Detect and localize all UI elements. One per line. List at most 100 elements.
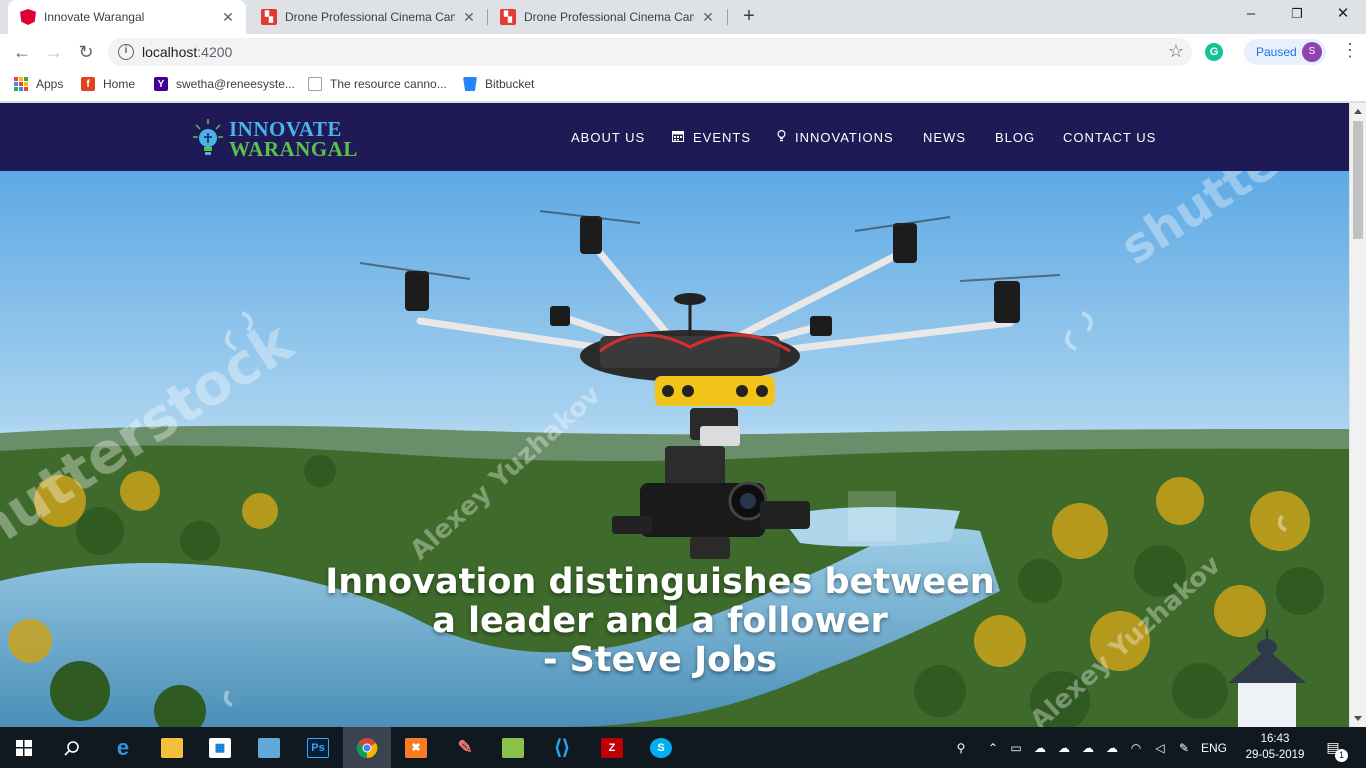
lightbulb-icon [777,129,786,145]
notification-count-badge: 1 [1335,749,1348,762]
tab-drone-2[interactable]: ▚ Drone Professional Cinema Came ✕ [488,0,726,34]
scroll-down-icon[interactable] [1354,716,1362,721]
vscode-icon[interactable]: ⟨⟩ [538,727,586,768]
menu-kebab-icon[interactable]: ⋮ [1340,40,1360,61]
tab-strip: Innovate Warangal ✕ ▚ Drone Professional… [0,0,1366,34]
minimize-button[interactable]: – [1228,0,1274,30]
wifi-icon[interactable]: ◠ [1124,741,1148,755]
tab-divider [727,9,728,25]
site-info-icon[interactable]: i [118,44,134,60]
onedrive-icon[interactable]: ☁ [1028,741,1052,755]
people-icon[interactable]: ⚲ [950,741,972,755]
file-explorer-icon[interactable] [148,727,196,768]
bookmark-label: swetha@reneesyste... [176,77,295,91]
page-viewport: INNOVATE WARANGAL ABOUT US EVENTS INNOVA… [0,103,1349,727]
home-bookmark-icon: f [81,77,95,91]
cloud-upload-icon[interactable]: ☁ [1100,741,1124,755]
windows-start-icon[interactable] [0,727,48,768]
show-hidden-icons-icon[interactable]: ⌃ [982,741,1004,755]
reload-icon: ↻ [78,42,94,62]
restore-button[interactable]: ❐ [1274,0,1320,30]
notepad-plus-icon[interactable] [489,727,537,768]
skype-icon[interactable]: S [637,727,685,768]
photoshop-icon[interactable]: Ps [294,727,342,768]
address-bar[interactable]: i localhost:4200 ☆ [108,38,1192,66]
cloud-upload-icon[interactable]: ☁ [1076,741,1100,755]
system-clock[interactable]: 16:43 29-05-2019 [1245,731,1305,763]
language-indicator[interactable]: ENG [1196,741,1232,755]
nav-label: CONTACT US [1063,130,1157,145]
lightbulb-logo-icon [193,119,223,155]
nav-label: EVENTS [693,130,752,145]
hero-quote: Innovation distinguishes between a leade… [0,563,1320,680]
nav-label: BLOG [995,130,1036,145]
scroll-up-icon[interactable] [1354,109,1362,114]
filezilla-icon[interactable]: Z [588,727,636,768]
nav-label: INNOVATIONS [795,130,894,145]
nav-events[interactable]: EVENTS [672,130,751,145]
page-scrollbar[interactable] [1349,103,1366,727]
close-tab-icon[interactable]: ✕ [700,9,716,26]
action-center-button[interactable]: ▤ 1 [1322,727,1348,768]
bookmark-home[interactable]: f Home [81,77,135,91]
angular-icon [20,9,36,25]
bookmark-yahoo-mail[interactable]: Y swetha@reneesyste... [154,77,295,91]
avatar: S [1302,42,1322,62]
profile-button[interactable]: Paused S [1244,39,1326,65]
tab-title: Innovate Warangal [44,10,145,24]
xampp-icon[interactable]: ✖ [392,727,440,768]
close-window-button[interactable]: ✕ [1320,0,1366,30]
new-tab-button[interactable]: + [738,6,760,28]
scrollbar-thumb[interactable] [1353,121,1363,239]
nav-news[interactable]: NEWS [923,130,966,145]
forward-button[interactable]: → [40,38,68,66]
battery-icon[interactable]: ▭ [1004,741,1028,755]
back-button[interactable]: ← [8,38,36,66]
grammarly-extension-icon[interactable]: G [1205,43,1223,61]
bookmark-label: Bitbucket [485,77,535,91]
calendar-icon [672,130,684,145]
bookmark-star-icon[interactable]: ☆ [1168,41,1184,62]
bookmark-label: Home [103,77,136,91]
close-tab-icon[interactable]: ✕ [461,9,477,26]
system-tray: ⚲ ⌃ ▭ ☁ ☁ ☁ ☁ ◠ ◁ ✎ ENG [950,727,1232,768]
close-tab-icon[interactable]: ✕ [220,9,236,26]
tab-drone-1[interactable]: ▚ Drone Professional Cinema Came ✕ [249,0,487,34]
nav-innovations[interactable]: INNOVATIONS [777,129,894,145]
chrome-icon[interactable] [343,727,391,768]
bookmark-label: The resource canno... [330,77,447,91]
reload-button[interactable]: ↻ [72,38,100,66]
tab-title: Drone Professional Cinema Came [285,10,455,24]
clock-date: 29-05-2019 [1245,749,1305,761]
nav-about-us[interactable]: ABOUT US [571,130,645,145]
paint-icon[interactable]: ✎ [441,727,489,768]
windows-taskbar: e ▦ Ps ✖ ✎ ⟨⟩ Z S ⚲ ⌃ ▭ ☁ ☁ ☁ ☁ ◠ ◁ ✎ EN… [0,727,1366,768]
logo-word-innovate: INNOVATE [229,117,342,141]
profile-status: Paused [1256,45,1297,59]
nav-label: ABOUT US [571,130,646,145]
nav-blog[interactable]: BLOG [995,130,1035,145]
bookmark-apps[interactable]: Apps [14,77,63,91]
logo-word-warangal: WARANGAL [229,137,358,161]
bookmark-bitbucket[interactable]: Bitbucket [463,77,534,91]
store-icon[interactable]: ▦ [196,727,244,768]
cloud-upload-icon[interactable]: ☁ [1052,741,1076,755]
nav-contact-us[interactable]: CONTACT US [1063,130,1156,145]
yahoo-icon: Y [154,77,168,91]
page-icon [308,77,322,91]
control-panel-icon[interactable] [245,727,293,768]
edge-icon[interactable]: e [99,727,147,768]
bookmark-label: Apps [36,77,64,91]
pen-icon[interactable]: ✎ [1172,741,1196,755]
bookmark-resource[interactable]: The resource canno... [308,77,447,91]
volume-muted-icon[interactable]: ◁ [1148,741,1172,755]
hero-banner: shutterstock shutterstock Alexey Yuzhako… [0,171,1349,727]
quote-line-2: a leader and a follower [432,601,888,641]
tab-innovate-warangal[interactable]: Innovate Warangal ✕ [8,0,246,34]
back-arrow-icon: ← [13,42,31,62]
apps-grid-icon [14,77,28,91]
quote-line-1: Innovation distinguishes between [325,562,995,602]
site-logo[interactable]: INNOVATE WARANGAL [193,117,358,161]
search-icon[interactable] [48,727,96,768]
pdf-icon: ▚ [261,9,277,25]
